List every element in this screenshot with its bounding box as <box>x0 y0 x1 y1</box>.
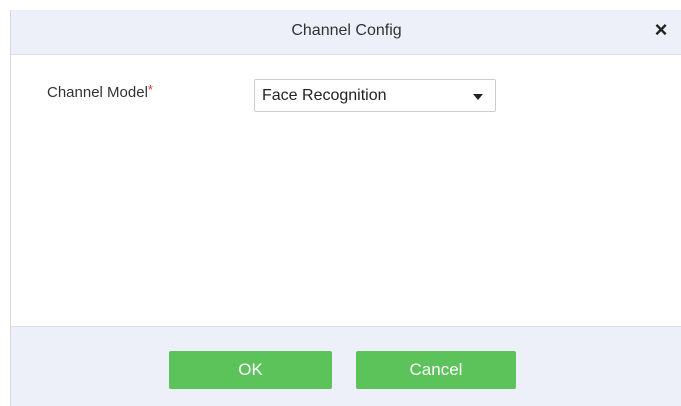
cancel-button[interactable]: Cancel <box>356 351 516 389</box>
channel-config-dialog: Channel Config × Channel Model* Face Rec… <box>10 10 681 406</box>
channel-model-select[interactable]: Face Recognition <box>254 79 496 112</box>
channel-model-label: Channel Model* <box>47 82 153 101</box>
dialog-header: Channel Config × <box>11 10 681 55</box>
channel-model-label-text: Channel Model <box>47 84 148 101</box>
required-asterisk: * <box>147 82 153 97</box>
channel-model-selected-value: Face Recognition <box>262 87 387 104</box>
close-icon[interactable]: × <box>652 19 670 41</box>
dialog-title: Channel Config <box>291 22 402 39</box>
dialog-footer: OK Cancel <box>11 326 681 406</box>
chevron-down-icon <box>473 94 483 100</box>
ok-button[interactable]: OK <box>169 351 332 389</box>
